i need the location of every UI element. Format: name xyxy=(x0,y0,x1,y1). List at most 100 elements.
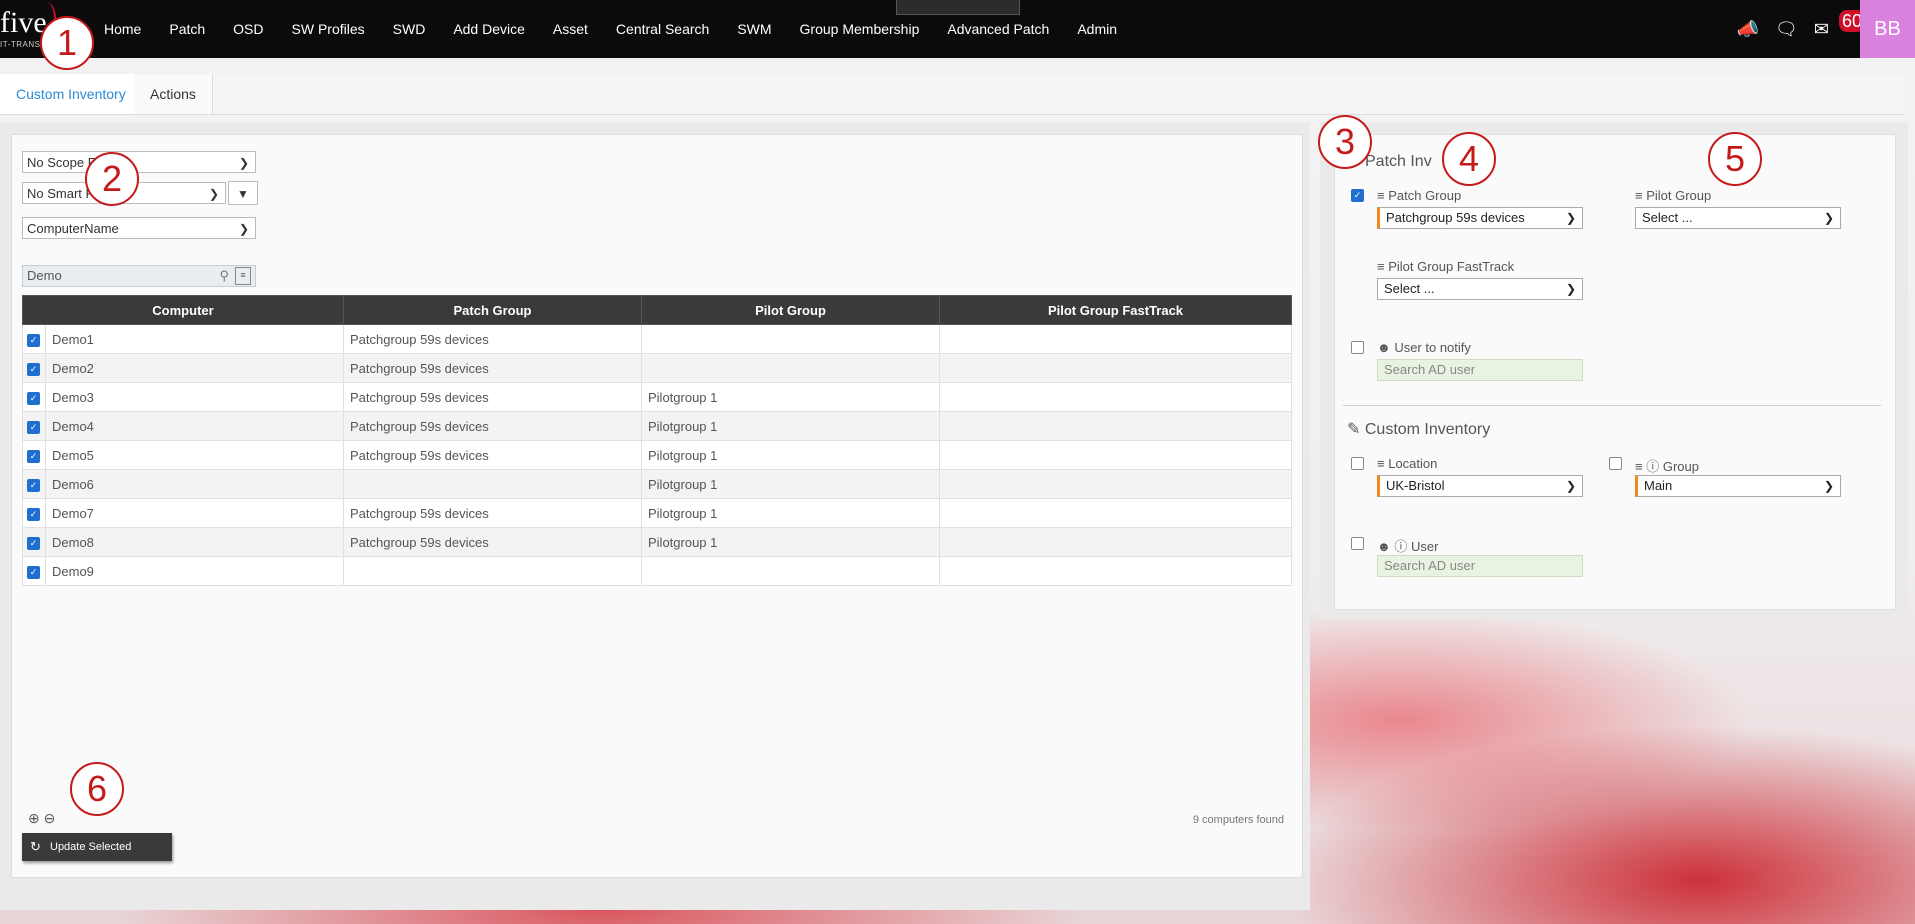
row-checkbox[interactable]: ✓ xyxy=(27,565,40,579)
cell-computer: Demo8 xyxy=(45,527,344,557)
nav-patch[interactable]: Patch xyxy=(169,21,205,37)
header-pilot-group[interactable]: Pilot Group xyxy=(641,295,940,325)
group-label: ≡ ⓘ Group xyxy=(1635,456,1699,475)
minus-circle-icon[interactable]: ⊖ xyxy=(44,810,56,826)
table-row[interactable]: ✓ Demo7 Patchgroup 59s devices Pilotgroup 1 xyxy=(22,498,1292,528)
nav-swd[interactable]: SWD xyxy=(393,21,426,37)
computer-table: Computer Patch Group Pilot Group Pilot G… xyxy=(22,295,1292,586)
cell-fasttrack xyxy=(939,527,1292,557)
plus-circle-icon[interactable]: ⊕ xyxy=(28,810,40,826)
chat-icon[interactable]: 🗨 xyxy=(1775,19,1798,40)
patch-group-select[interactable]: Patchgroup 59s devices ❯ xyxy=(1377,207,1583,229)
left-panel: No Scope F ❯ No Smart F ❯ ▼ ComputerName… xyxy=(0,122,1310,910)
user-notify-label: ☻ User to notify xyxy=(1377,340,1471,355)
pilot-group-select[interactable]: Select ... ❯ xyxy=(1635,207,1841,229)
redacted-block xyxy=(896,0,1020,15)
row-checkbox[interactable]: ✓ xyxy=(27,420,40,434)
list-icon: ≡ xyxy=(1635,459,1643,474)
info-icon: ⓘ xyxy=(1394,539,1408,554)
nav-osd[interactable]: OSD xyxy=(233,21,263,37)
user-search[interactable]: Search AD user xyxy=(1377,555,1583,577)
update-selected-button[interactable]: ↻ Update Selected xyxy=(22,833,172,861)
nav-asset[interactable]: Asset xyxy=(553,21,588,37)
table-row[interactable]: ✓ Demo8 Patchgroup 59s devices Pilotgroup 1 xyxy=(22,527,1292,557)
cell-fasttrack xyxy=(939,556,1292,586)
marker-4: 4 xyxy=(1442,132,1496,186)
nav-add-device[interactable]: Add Device xyxy=(453,21,525,37)
fasttrack-select[interactable]: Select ... ❯ xyxy=(1377,278,1583,300)
cell-pilot-group xyxy=(641,556,940,586)
cell-computer: Demo2 xyxy=(45,353,344,383)
patch-group-checkbox[interactable]: ✓ xyxy=(1351,189,1364,202)
row-checkbox[interactable]: ✓ xyxy=(27,449,40,463)
search-icon[interactable]: ⚲ xyxy=(219,266,229,286)
clipboard-icon[interactable]: ≡ xyxy=(235,267,251,285)
header-pilot-group-fasttrack[interactable]: Pilot Group FastTrack xyxy=(939,295,1292,325)
nav-group-membership[interactable]: Group Membership xyxy=(800,21,920,37)
table-row[interactable]: ✓ Demo9 xyxy=(22,556,1292,586)
row-checkbox[interactable]: ✓ xyxy=(27,333,40,347)
nav-home[interactable]: Home xyxy=(104,21,141,37)
scope-select[interactable]: No Scope F ❯ xyxy=(22,151,256,173)
zoom-controls: ⊕ ⊖ xyxy=(28,810,55,827)
avatar[interactable]: BB xyxy=(1860,0,1915,58)
cell-computer: Demo3 xyxy=(45,382,344,412)
list-icon: ≡ xyxy=(1635,188,1643,203)
marker-5: 5 xyxy=(1708,132,1762,186)
pilot-group-value: Select ... xyxy=(1642,210,1693,225)
cell-pilot-group: Pilotgroup 1 xyxy=(641,469,940,499)
cell-pilot-group: Pilotgroup 1 xyxy=(641,527,940,557)
nav-admin[interactable]: Admin xyxy=(1077,21,1117,37)
cell-patch-group: Patchgroup 59s devices xyxy=(343,382,642,412)
pilot-group-label-text: Pilot Group xyxy=(1646,188,1712,203)
table-row[interactable]: ✓ Demo1 Patchgroup 59s devices xyxy=(22,324,1292,354)
patch-group-label: ≡ Patch Group xyxy=(1377,188,1461,203)
table-row[interactable]: ✓ Demo4 Patchgroup 59s devices Pilotgroup 1 xyxy=(22,411,1292,441)
table-row[interactable]: ✓ Demo2 Patchgroup 59s devices xyxy=(22,353,1292,383)
user-notify-search[interactable]: Search AD user xyxy=(1377,359,1583,381)
user-notify-checkbox[interactable] xyxy=(1351,341,1364,354)
refresh-icon: ↻ xyxy=(30,839,41,854)
pilot-group-label: ≡ Pilot Group xyxy=(1635,188,1711,203)
update-selected-label: Update Selected xyxy=(50,841,132,853)
patch-group-value: Patchgroup 59s devices xyxy=(1386,210,1525,225)
search-input[interactable]: Demo ⚲ ≡ xyxy=(22,265,256,287)
location-checkbox[interactable] xyxy=(1351,457,1364,470)
divider xyxy=(1343,405,1881,406)
chevron-down-icon: ❯ xyxy=(1823,479,1834,493)
mail-icon[interactable]: ✉ 60 xyxy=(1814,9,1865,40)
header-computer[interactable]: Computer xyxy=(22,295,344,325)
row-checkbox[interactable]: ✓ xyxy=(27,362,40,376)
column-select-value: ComputerName xyxy=(27,221,119,236)
user-label: ☻ ⓘ User xyxy=(1377,536,1438,555)
chevron-down-icon: ❯ xyxy=(1565,211,1576,225)
table-header-row: Computer Patch Group Pilot Group Pilot G… xyxy=(22,295,1292,325)
location-select[interactable]: UK-Bristol ❯ xyxy=(1377,475,1583,497)
user-icon: ☻ xyxy=(1377,340,1391,355)
group-value: Main xyxy=(1644,478,1673,493)
row-checkbox[interactable]: ✓ xyxy=(27,478,40,492)
group-select[interactable]: Main ❯ xyxy=(1635,475,1841,497)
user-checkbox[interactable] xyxy=(1351,537,1364,550)
column-select[interactable]: ComputerName ❯ xyxy=(22,217,256,239)
cell-fasttrack xyxy=(939,469,1292,499)
user-label-text: User xyxy=(1410,539,1439,554)
table-row[interactable]: ✓ Demo5 Patchgroup 59s devices Pilotgroup 1 xyxy=(22,440,1292,470)
tab-custom-inventory[interactable]: Custom Inventory xyxy=(0,74,143,114)
tab-actions[interactable]: Actions xyxy=(134,74,213,114)
nav-central-search[interactable]: Central Search xyxy=(616,21,709,37)
nav-advanced-patch[interactable]: Advanced Patch xyxy=(947,21,1049,37)
group-checkbox[interactable] xyxy=(1609,457,1622,470)
nav-sw-profiles[interactable]: SW Profiles xyxy=(292,21,365,37)
row-checkbox[interactable]: ✓ xyxy=(27,391,40,405)
header-patch-group[interactable]: Patch Group xyxy=(343,295,642,325)
row-checkbox[interactable]: ✓ xyxy=(27,536,40,550)
table-row[interactable]: ✓ Demo3 Patchgroup 59s devices Pilotgroup 1 xyxy=(22,382,1292,412)
cell-patch-group xyxy=(343,556,642,586)
filter-button[interactable]: ▼ xyxy=(228,181,258,205)
nav-swm[interactable]: SWM xyxy=(737,21,771,37)
table-row[interactable]: ✓ Demo6 Pilotgroup 1 xyxy=(22,469,1292,499)
row-checkbox[interactable]: ✓ xyxy=(27,507,40,521)
megaphone-icon[interactable]: 📣 xyxy=(1737,19,1759,40)
cell-pilot-group: Pilotgroup 1 xyxy=(641,411,940,441)
